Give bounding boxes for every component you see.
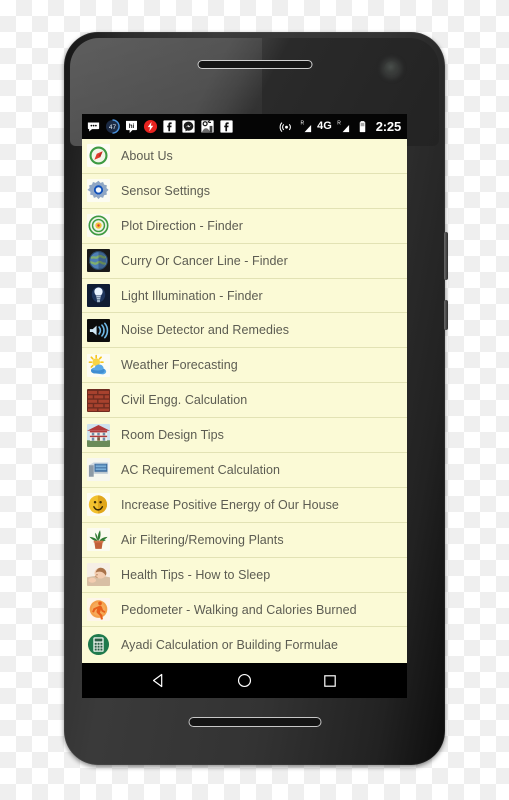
list-item-label: Room Design Tips [121, 428, 224, 443]
list-item-label: About Us [121, 148, 173, 163]
app-menu-list[interactable]: About Us Sensor Settings Plot Direction … [82, 139, 407, 663]
red-flash-app-icon [143, 119, 158, 134]
phone-device: 47 hi R 4G R 2:25 About Us Sensor Settin… [64, 32, 448, 765]
square-recents-icon [324, 674, 336, 687]
list-item-ayadi-calculation[interactable]: Ayadi Calculation or Building Formulae [82, 627, 407, 663]
list-item-label: Light Illumination - Finder [121, 288, 263, 303]
list-item-increase-positive-energy[interactable]: Increase Positive Energy of Our House [82, 487, 407, 523]
smiley-face-icon [87, 493, 110, 517]
list-item-label: Plot Direction - Finder [121, 218, 244, 233]
list-item-curry-or-cancer-line-finder[interactable]: Curry Or Cancer Line - Finder [82, 243, 407, 279]
network-4g-icon: 4G [317, 120, 332, 132]
recents-button[interactable] [321, 671, 340, 690]
circle-home-icon [237, 673, 252, 688]
target-circle-icon [87, 214, 110, 238]
signal-bars-sim1-icon: R [301, 121, 312, 133]
badge-count-47-icon: 47 [105, 119, 120, 134]
light-bulb-icon [87, 284, 110, 307]
list-item-civil-engg-calculation[interactable]: Civil Engg. Calculation [82, 383, 407, 419]
roaming-label-2: R [337, 121, 341, 127]
list-item-label: Curry Or Cancer Line - Finder [121, 253, 288, 268]
back-button[interactable] [149, 671, 168, 690]
list-item-label: Civil Engg. Calculation [121, 393, 248, 408]
triangle-back-icon [153, 673, 163, 688]
list-item-light-illumination-finder[interactable]: Light Illumination - Finder [82, 278, 407, 314]
gear-settings-icon [87, 179, 110, 203]
front-camera-icon [384, 61, 399, 76]
list-item-label: Health Tips - How to Sleep [121, 567, 271, 582]
battery-icon [359, 121, 366, 133]
facebook-icon [163, 120, 176, 133]
hotspot-icon [279, 122, 291, 132]
house-icon [87, 423, 110, 447]
list-item-weather-forecasting[interactable]: Weather Forecasting [82, 348, 407, 384]
list-item-label: Sensor Settings [121, 183, 210, 198]
phone-screen: 47 hi R 4G R 2:25 About Us Sensor Settin… [82, 114, 407, 698]
list-item-label: Air Filtering/Removing Plants [121, 532, 284, 547]
list-item-room-design-tips[interactable]: Room Design Tips [82, 418, 407, 454]
earpiece-speaker-grille [197, 60, 312, 69]
list-item-label: Noise Detector and Remedies [121, 323, 290, 338]
facebook-icon-2 [220, 120, 233, 133]
list-item-sensor-settings[interactable]: Sensor Settings [82, 173, 407, 209]
volume-button[interactable] [444, 232, 448, 280]
brick-wall-icon [87, 388, 110, 412]
list-item-about-us[interactable]: About Us [82, 139, 407, 174]
sleeping-baby-icon [87, 563, 110, 587]
bottom-speaker-grille [188, 717, 321, 727]
android-navigation-bar[interactable] [82, 663, 407, 698]
power-button[interactable] [444, 300, 448, 330]
sms-messages-icon [87, 122, 100, 132]
list-item-label: AC Requirement Calculation [121, 462, 281, 477]
system-status-icons-group: R 4G R 2:25 [279, 119, 401, 134]
facebook-messenger-icon [182, 120, 195, 133]
sun-cloud-icon [87, 353, 110, 377]
globe-earth-icon [87, 249, 110, 273]
status-bar-clock: 2:25 [375, 119, 401, 134]
compass-icon [87, 144, 110, 168]
list-item-label: Ayadi Calculation or Building Formulae [121, 637, 339, 652]
status-bar[interactable]: 47 hi R 4G R 2:25 [82, 114, 407, 139]
svg-text:hi: hi [129, 123, 135, 130]
list-item-label: Pedometer - Walking and Calories Burned [121, 602, 357, 617]
running-person-icon [87, 598, 110, 622]
hike-messenger-icon: hi [126, 120, 137, 133]
list-item-ac-requirement-calculation[interactable]: AC Requirement Calculation [82, 453, 407, 488]
roaming-label-1: R [301, 121, 305, 127]
calculator-icon [87, 633, 110, 657]
badge-count-value: 47 [109, 124, 117, 131]
signal-bars-sim2-icon: R [337, 121, 349, 133]
list-item-plot-direction-finder[interactable]: Plot Direction - Finder [82, 208, 407, 244]
sound-waves-icon [87, 318, 110, 342]
app-notification-icon [201, 119, 214, 133]
list-item-label: Weather Forecasting [121, 358, 238, 373]
list-item-noise-detector-and-remedies[interactable]: Noise Detector and Remedies [82, 313, 407, 349]
notification-icons-group: 47 hi [86, 119, 279, 134]
home-button[interactable] [235, 671, 254, 690]
potted-plant-icon [87, 528, 110, 552]
list-item-health-tips-how-to-sleep[interactable]: Health Tips - How to Sleep [82, 557, 407, 593]
list-item-label: Increase Positive Energy of Our House [121, 497, 339, 512]
list-item-air-filtering-plants[interactable]: Air Filtering/Removing Plants [82, 522, 407, 558]
list-item-pedometer[interactable]: Pedometer - Walking and Calories Burned [82, 592, 407, 628]
air-conditioner-icon [87, 458, 110, 482]
